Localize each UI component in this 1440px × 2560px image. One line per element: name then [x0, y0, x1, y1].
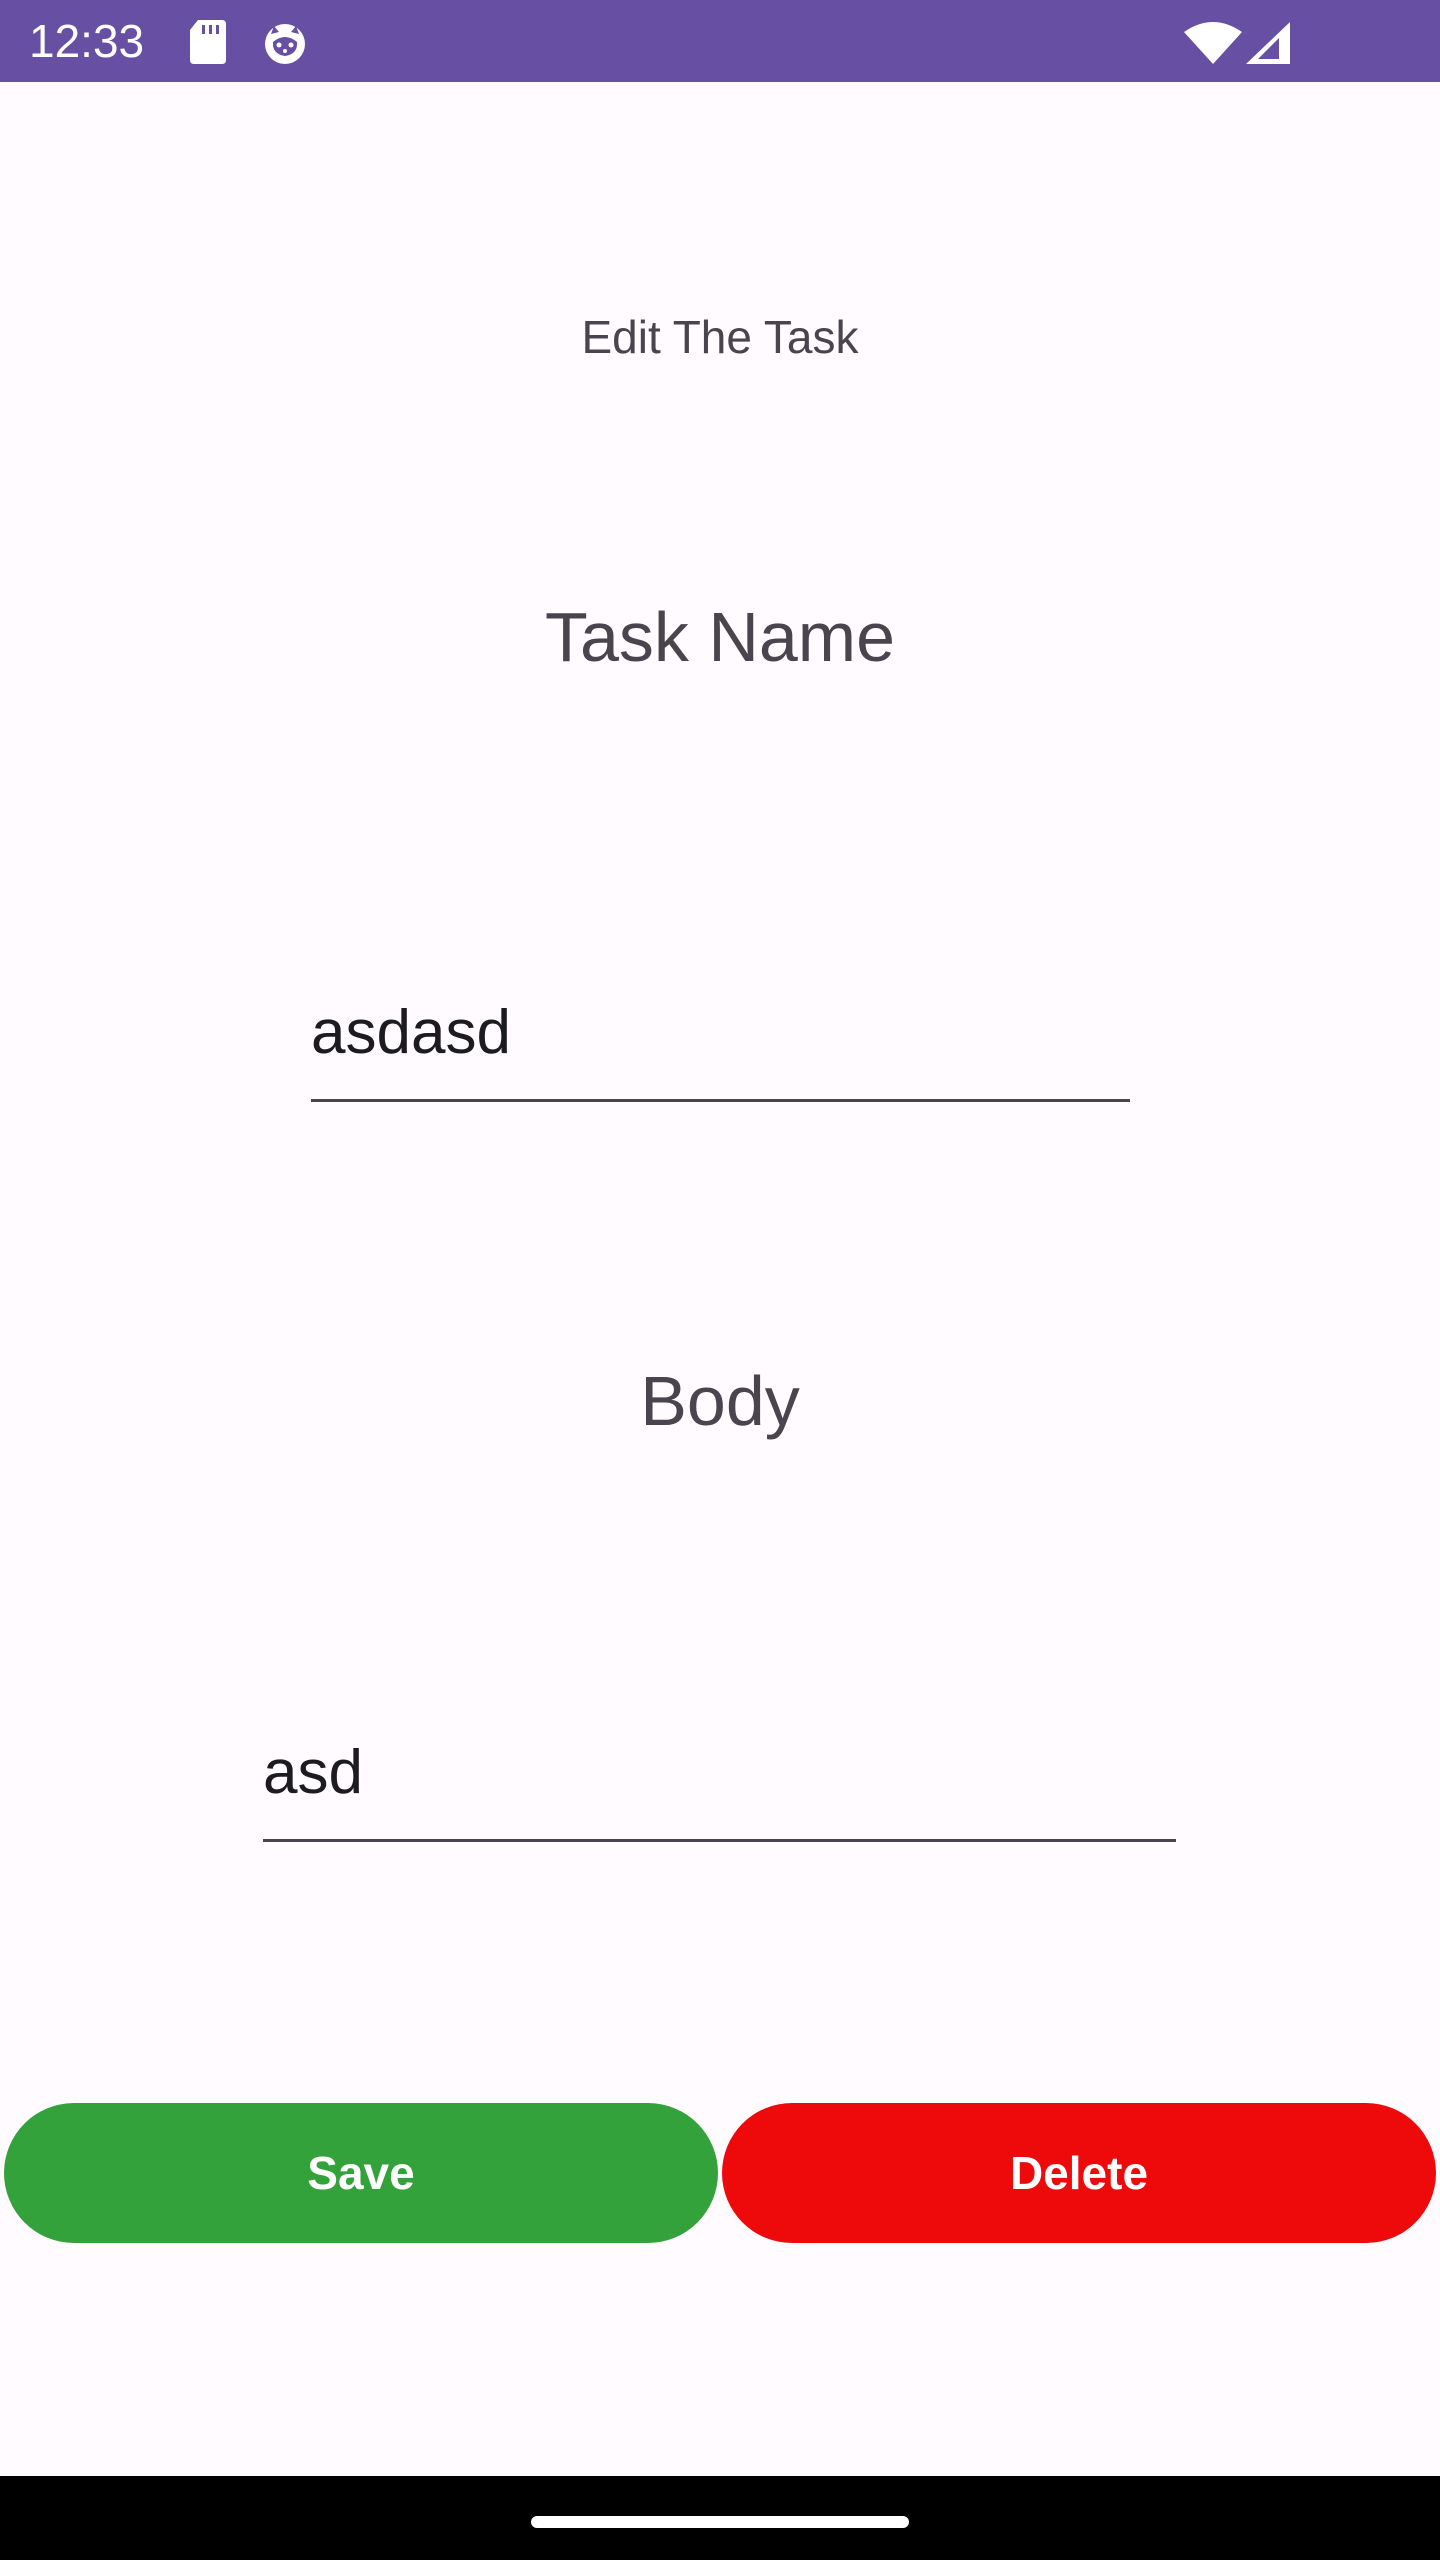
task-name-label: Task Name [544, 598, 896, 676]
sd-card-icon [190, 20, 226, 64]
screen-title: Edit The Task [581, 311, 859, 363]
wifi-icon [1184, 22, 1242, 64]
save-button[interactable]: Save [4, 2103, 718, 2243]
status-time: 12:33 [29, 15, 145, 67]
delete-button[interactable]: Delete [722, 2103, 1436, 2243]
home-gesture-handle[interactable] [531, 2516, 909, 2528]
task-name-input[interactable] [311, 965, 1130, 1102]
cat-face-icon [265, 24, 305, 64]
navigation-bar [0, 2476, 1440, 2560]
body-input[interactable] [263, 1705, 1176, 1842]
status-bar: 12:33 [0, 0, 1440, 82]
cell-signal-icon [1246, 22, 1290, 64]
body-label: Body [640, 1362, 800, 1440]
